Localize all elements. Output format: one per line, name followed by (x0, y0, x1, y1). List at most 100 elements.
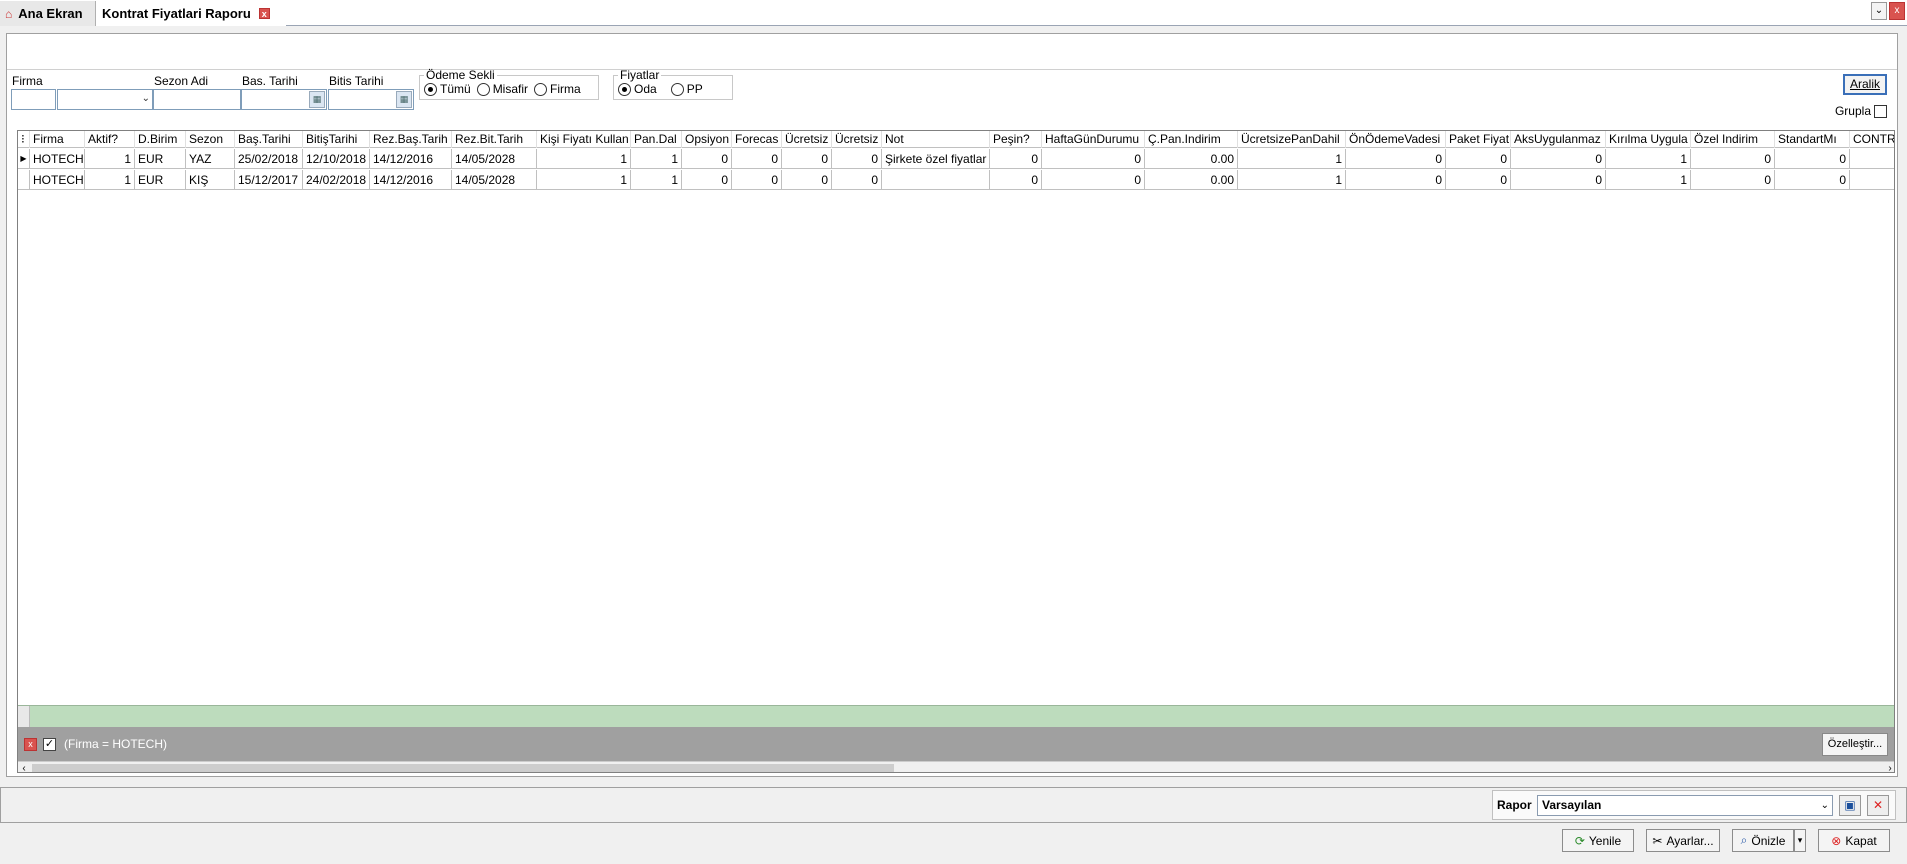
tab-kontrat-fiyatlari[interactable]: Kontrat Fiyatlari Raporu x (96, 1, 286, 26)
grupla-checkbox-box[interactable] (1874, 104, 1887, 118)
table-cell[interactable]: 0 (1346, 149, 1446, 169)
column-header[interactable]: HaftaGünDurumu (1042, 131, 1145, 148)
scrollbar-thumb[interactable] (32, 764, 894, 772)
table-cell[interactable]: 0 (1042, 170, 1145, 190)
table-cell[interactable]: 1 (631, 170, 682, 190)
close-icon[interactable]: x (258, 8, 270, 19)
column-header[interactable]: Paket Fiyat (1446, 131, 1511, 148)
table-cell[interactable]: KIŞ (186, 170, 235, 190)
column-header[interactable]: AksUygulanmaz (1511, 131, 1606, 148)
table-cell[interactable]: 1 (1606, 170, 1691, 190)
grupla-checkbox[interactable]: Grupla (1835, 104, 1887, 118)
table-cell[interactable]: 0 (1691, 149, 1775, 169)
table-cell[interactable] (1850, 149, 1894, 169)
table-cell[interactable]: YAZ (186, 149, 235, 169)
table-cell[interactable]: 1 (537, 170, 631, 190)
table-cell[interactable]: 0 (732, 149, 782, 169)
table-cell[interactable]: 0 (990, 170, 1042, 190)
row-indicator[interactable] (18, 170, 30, 190)
column-header[interactable]: Pan.Dal (631, 131, 682, 148)
radio-oda[interactable]: Oda (618, 82, 657, 96)
column-header[interactable]: D.Birim (135, 131, 186, 148)
clear-filter-icon[interactable]: x (24, 738, 37, 751)
table-cell[interactable]: Şirkete özel fiyatlar (882, 149, 990, 169)
calendar-icon[interactable]: ▦ (309, 91, 325, 108)
table-cell[interactable]: 0 (732, 170, 782, 190)
ayarlar-button[interactable]: ✂ Ayarlar... (1646, 829, 1720, 852)
table-cell[interactable]: 0 (1346, 170, 1446, 190)
table-cell[interactable]: 14/05/2028 (452, 149, 537, 169)
radio-pp[interactable]: PP (670, 82, 703, 96)
table-cell[interactable]: 24/02/2018 (303, 170, 370, 190)
table-cell[interactable]: 1 (1238, 170, 1346, 190)
table-cell[interactable]: EUR (135, 170, 186, 190)
window-close-icon[interactable]: x (1889, 2, 1905, 20)
column-header[interactable]: Ücretsiz (782, 131, 832, 148)
column-header[interactable]: StandartMı (1775, 131, 1850, 148)
table-cell[interactable]: 0 (682, 149, 732, 169)
table-cell[interactable]: 0 (1691, 170, 1775, 190)
column-header[interactable]: ÖnÖdemeVadesi (1346, 131, 1446, 148)
table-cell[interactable] (882, 170, 990, 190)
table-cell[interactable]: 1 (537, 149, 631, 169)
table-cell[interactable]: 0.00 (1145, 149, 1238, 169)
table-cell[interactable]: 0 (832, 149, 882, 169)
table-cell[interactable]: 14/12/2016 (370, 170, 452, 190)
table-cell[interactable]: 0.00 (1145, 170, 1238, 190)
column-header[interactable]: Not (882, 131, 990, 148)
table-cell[interactable] (1850, 170, 1894, 190)
column-header[interactable]: Rez.Bit.Tarih (452, 131, 537, 148)
column-header[interactable]: Özel Indirim (1691, 131, 1775, 148)
kapat-button[interactable]: ⊗ Kapat (1818, 829, 1890, 852)
save-icon[interactable]: ▣ (1839, 795, 1861, 816)
table-cell[interactable]: 0 (1511, 149, 1606, 169)
table-cell[interactable]: 0 (1446, 149, 1511, 169)
column-header[interactable]: Ç.Pan.Indirim (1145, 131, 1238, 148)
radio-firma[interactable]: Firma (534, 82, 581, 96)
table-cell[interactable]: HOTECH (30, 149, 85, 169)
column-header[interactable]: Baş.Tarihi (235, 131, 303, 148)
tab-home[interactable]: ⌂ Ana Ekran (0, 1, 96, 26)
table-row[interactable]: HOTECH 1 EUR KIŞ 15/12/2017 24/02/2018 14/12/2… (18, 170, 1894, 190)
column-header[interactable]: Rez.Baş.Tarih (370, 131, 452, 148)
table-cell[interactable]: 25/02/2018 (235, 149, 303, 169)
scroll-left-icon[interactable]: ‹ (18, 762, 30, 772)
table-cell[interactable]: 0 (990, 149, 1042, 169)
table-cell[interactable]: 0 (782, 149, 832, 169)
scroll-right-icon[interactable]: › (1884, 762, 1894, 772)
table-cell[interactable]: 1 (1606, 149, 1691, 169)
column-header[interactable]: Kırılma Uygula (1606, 131, 1691, 148)
column-chooser-icon[interactable]: ⁝ (18, 131, 30, 148)
table-cell[interactable]: 0 (832, 170, 882, 190)
table-cell[interactable]: 15/12/2017 (235, 170, 303, 190)
column-header[interactable]: Ücretsiz (832, 131, 882, 148)
filter-enabled-checkbox[interactable]: ✓ (43, 738, 56, 751)
column-header[interactable]: Forecas (732, 131, 782, 148)
table-cell[interactable]: 1 (631, 149, 682, 169)
calendar-icon[interactable]: ▦ (396, 91, 412, 108)
column-header[interactable]: Firma (30, 131, 85, 148)
table-cell[interactable]: 1 (1238, 149, 1346, 169)
table-cell[interactable]: HOTECH (30, 170, 85, 190)
table-cell[interactable]: 0 (1775, 170, 1850, 190)
table-cell[interactable]: 14/05/2028 (452, 170, 537, 190)
sezon-input[interactable] (153, 89, 241, 110)
column-header[interactable]: Kişi Fiyatı Kullan (537, 131, 631, 148)
column-header[interactable]: ÜcretsizePanDahil (1238, 131, 1346, 148)
onizle-button[interactable]: ⌕ Önizle (1732, 829, 1794, 852)
column-header[interactable]: Opsiyon (682, 131, 732, 148)
table-cell[interactable]: 0 (1446, 170, 1511, 190)
table-cell[interactable]: EUR (135, 149, 186, 169)
current-row-icon[interactable]: ▶ (18, 149, 30, 169)
table-cell[interactable]: 0 (1511, 170, 1606, 190)
yenile-button[interactable]: ⟳ Yenile (1562, 829, 1634, 852)
radio-misafir[interactable]: Misafir (476, 82, 528, 96)
bitis-tarihi-input[interactable]: ▦ (328, 89, 414, 110)
column-header[interactable]: BitişTarihi (303, 131, 370, 148)
table-cell[interactable]: 0 (782, 170, 832, 190)
column-header[interactable]: CONTR (1850, 131, 1894, 148)
table-cell[interactable]: 0 (682, 170, 732, 190)
column-header[interactable]: Aktif? (85, 131, 135, 148)
table-cell[interactable]: 14/12/2016 (370, 149, 452, 169)
table-cell[interactable]: 1 (85, 170, 135, 190)
